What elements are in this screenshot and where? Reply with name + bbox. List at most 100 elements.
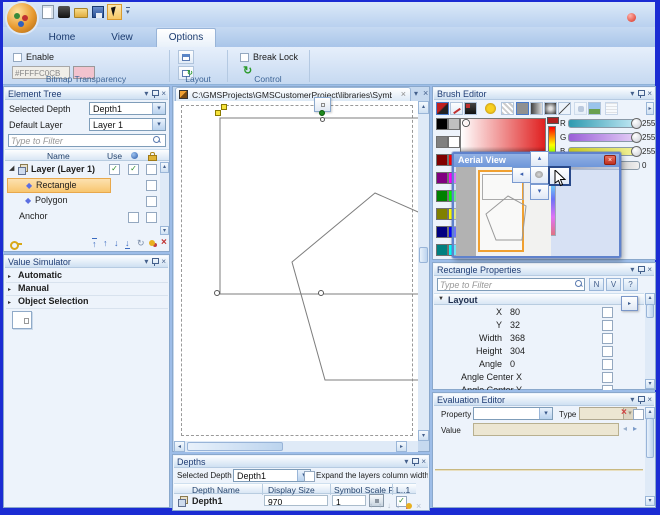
delete-icon[interactable]: × bbox=[161, 238, 167, 248]
panel-menu-icon[interactable]: ▾ bbox=[630, 395, 634, 405]
panel-menu-icon[interactable]: ▾ bbox=[144, 257, 148, 267]
new-document-icon[interactable] bbox=[42, 5, 54, 19]
automatic-label[interactable]: Automatic bbox=[18, 270, 62, 280]
picture-icon[interactable] bbox=[588, 102, 601, 115]
property-bind-checkbox[interactable] bbox=[602, 346, 613, 357]
tab-home[interactable]: Home bbox=[36, 29, 88, 47]
rectangle-shape[interactable] bbox=[220, 118, 418, 294]
element-tree-header[interactable]: Element Tree ▾ × bbox=[5, 88, 168, 100]
visible-checkbox[interactable] bbox=[128, 212, 139, 223]
picker-marker[interactable] bbox=[463, 120, 469, 126]
anchor-handle-green[interactable] bbox=[319, 110, 325, 116]
linear-gradient-icon[interactable] bbox=[530, 102, 543, 115]
close-icon[interactable]: × bbox=[161, 89, 166, 99]
depths-table-header[interactable]: Depth Name Display Size Symbol Scale Fac… bbox=[174, 483, 416, 494]
column-l1[interactable]: L..1 bbox=[396, 485, 410, 495]
lock-checkbox[interactable] bbox=[146, 180, 157, 191]
use-checkbox-checked[interactable]: ✓ bbox=[109, 164, 120, 175]
prev-arrow-icon[interactable]: ◂ bbox=[623, 424, 627, 433]
property-value[interactable]: 368 bbox=[510, 333, 570, 343]
property-row-angle[interactable]: Angle 0 bbox=[434, 358, 644, 371]
property-row-y[interactable]: Y 32 bbox=[434, 319, 644, 332]
close-icon[interactable]: × bbox=[647, 89, 652, 99]
property-value[interactable]: 32 bbox=[510, 320, 570, 330]
move-to-top-icon[interactable]: ↑ bbox=[369, 501, 373, 511]
break-lock-checkbox[interactable] bbox=[240, 53, 249, 62]
property-bind-checkbox[interactable] bbox=[602, 385, 613, 390]
qat-more-button[interactable]: ▾ bbox=[126, 7, 130, 16]
solid-fill-icon[interactable] bbox=[516, 102, 529, 115]
properties-filter-input[interactable] bbox=[437, 278, 585, 291]
column-display-size[interactable]: Display Size bbox=[268, 485, 315, 495]
panel-menu-icon[interactable]: ▾ bbox=[630, 89, 634, 99]
expander-closed-icon[interactable]: ▸ bbox=[8, 298, 11, 308]
bitmap-brush-icon[interactable] bbox=[464, 102, 477, 115]
depth-name-cell[interactable]: Depth1 bbox=[192, 496, 223, 506]
color-swatch[interactable] bbox=[436, 208, 448, 220]
edge-handle[interactable] bbox=[320, 117, 325, 122]
expander-icon[interactable]: ◢ bbox=[9, 164, 14, 174]
tab-options[interactable]: Options bbox=[156, 28, 216, 47]
toolbar-overflow-icon[interactable]: ▸ bbox=[646, 102, 654, 115]
tree-row-label[interactable]: Polygon bbox=[35, 195, 68, 205]
slider-b-thumb[interactable] bbox=[631, 146, 642, 157]
slider-r-track[interactable] bbox=[568, 119, 640, 128]
expand-layers-checkbox[interactable] bbox=[304, 471, 315, 482]
expander-closed-icon[interactable]: ▸ bbox=[8, 285, 11, 295]
document-tab[interactable]: C:\GMSProjects\GMSCustomerProject\librar… bbox=[175, 87, 411, 101]
next-arrow-icon[interactable]: ▸ bbox=[633, 424, 637, 433]
property-bind-checkbox[interactable] bbox=[602, 359, 613, 370]
canvas-hscrollbar[interactable]: ◂ ▸ bbox=[174, 441, 418, 452]
apply-brush-icon[interactable] bbox=[574, 102, 587, 115]
property-value[interactable]: 80 bbox=[510, 307, 570, 317]
column-name[interactable]: Name bbox=[47, 151, 70, 161]
slider-g-thumb[interactable] bbox=[631, 132, 642, 143]
move-up-icon[interactable]: ↑ bbox=[378, 501, 382, 511]
panel-menu-icon[interactable]: ▾ bbox=[404, 457, 408, 467]
scroll-down-icon[interactable]: ▾ bbox=[160, 226, 169, 235]
rectangle-properties-header[interactable]: Rectangle Properties ▾ × bbox=[434, 264, 654, 276]
pin-icon[interactable] bbox=[151, 89, 158, 99]
lock-checkbox[interactable] bbox=[146, 164, 157, 175]
aerial-close-icon[interactable]: × bbox=[604, 155, 616, 165]
pen-brush-icon[interactable] bbox=[450, 102, 463, 115]
search-icon[interactable] bbox=[575, 280, 584, 289]
scroll-thumb[interactable] bbox=[646, 418, 654, 458]
move-to-top-icon[interactable]: ↑ bbox=[92, 238, 97, 249]
tab-view[interactable]: View bbox=[98, 29, 146, 47]
vscroll-thumb[interactable] bbox=[419, 247, 428, 263]
filter-help-button[interactable]: ? bbox=[623, 278, 638, 291]
splitter[interactable] bbox=[435, 469, 643, 471]
evaluation-checkbox[interactable] bbox=[633, 409, 644, 420]
pan-left-button[interactable]: ◂ bbox=[512, 167, 531, 183]
cursor-tool-button[interactable] bbox=[107, 4, 122, 20]
tree-column-header[interactable]: Name Use bbox=[5, 149, 169, 161]
column-depth-name[interactable]: Depth Name bbox=[192, 485, 240, 495]
object-selection-label[interactable]: Object Selection bbox=[18, 296, 89, 306]
import-icon[interactable] bbox=[58, 6, 70, 18]
property-row-angle-center-y[interactable]: Angle Center Y bbox=[434, 384, 644, 390]
slider-r-thumb[interactable] bbox=[631, 118, 642, 129]
depths-header[interactable]: Depths ▾ × bbox=[174, 456, 428, 468]
property-bind-checkbox[interactable] bbox=[602, 320, 613, 331]
open-folder-icon[interactable] bbox=[74, 8, 88, 18]
color-swatch[interactable] bbox=[436, 244, 448, 256]
property-bind-checkbox[interactable] bbox=[602, 333, 613, 344]
close-icon[interactable]: × bbox=[647, 265, 652, 275]
filter-value-button[interactable]: V bbox=[606, 278, 621, 291]
property-popup-button[interactable]: ▸ bbox=[621, 296, 638, 311]
save-layout-button[interactable] bbox=[178, 50, 194, 64]
pentagon-shape[interactable] bbox=[292, 193, 418, 380]
property-row-x[interactable]: X 80 bbox=[434, 306, 644, 319]
column-symbol-scale[interactable]: Symbol Scale Facto bbox=[334, 485, 394, 495]
rotate-handle[interactable] bbox=[221, 104, 227, 110]
property-row-angle-center-x[interactable]: Angle Center X bbox=[434, 371, 644, 384]
default-layer-combobox[interactable]: Layer 1 ▾ bbox=[89, 118, 166, 131]
flower-icon[interactable] bbox=[406, 503, 412, 509]
scroll-up-icon[interactable]: ▴ bbox=[418, 101, 429, 114]
document-close-icon[interactable]: × bbox=[423, 88, 428, 98]
lock-checkbox[interactable] bbox=[146, 212, 157, 223]
pan-center-button[interactable] bbox=[530, 166, 549, 184]
evaluation-editor-header[interactable]: Evaluation Editor ▾ × bbox=[434, 394, 654, 406]
selection-thumbnail[interactable] bbox=[12, 311, 32, 329]
